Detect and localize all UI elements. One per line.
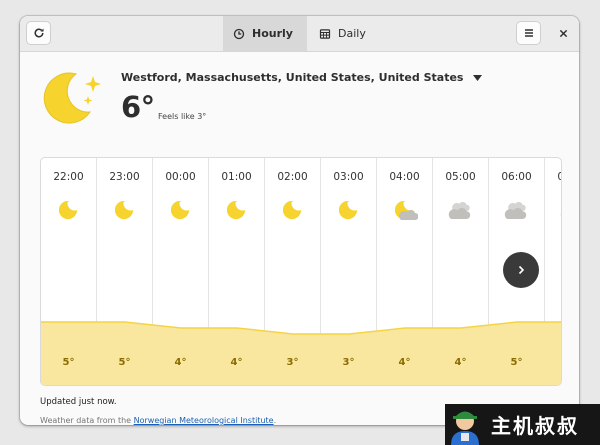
- clear-night-icon: [282, 201, 302, 219]
- hour-temperature: 5°: [545, 357, 561, 368]
- hour-weather-icon: [504, 197, 530, 227]
- close-icon: [559, 29, 568, 37]
- refresh-button[interactable]: [26, 21, 51, 45]
- attribution-prefix: Weather data from the: [40, 416, 134, 425]
- overcast-icon: [504, 201, 526, 219]
- hour-temperature: 4°: [174, 357, 187, 368]
- clear-night-icon: [170, 201, 190, 219]
- current-temperature: 6°: [121, 90, 155, 124]
- hour-weather-icon: [56, 197, 82, 227]
- clear-night-icon: [338, 201, 358, 219]
- hamburger-menu-icon: [524, 29, 533, 37]
- hour-weather-icon: [224, 197, 250, 227]
- watermark-text: 主机叔叔: [491, 414, 579, 438]
- location-name: Westford, Massachusetts, United States, …: [121, 71, 464, 84]
- hour-time: 00:00: [165, 171, 196, 183]
- hour-time: 06:00: [501, 171, 532, 183]
- hour-temperature: 4°: [398, 357, 411, 368]
- hourly-forecast[interactable]: 22:00 5° 23:00 5° 00:00 4° 01:00 4° 02:00 3° 03:00…: [40, 157, 562, 386]
- overcast-icon: [560, 211, 561, 218]
- refresh-icon: [34, 28, 43, 38]
- hour-time: 01:00: [221, 171, 252, 183]
- main-menu-button[interactable]: [516, 21, 541, 45]
- hour-time: 04:00: [389, 171, 420, 183]
- clear-night-icon: [43, 72, 101, 124]
- hour-time: 22:00: [53, 171, 84, 183]
- updated-status: Updated just now.: [40, 397, 117, 407]
- weather-window: Hourly Daily Westford, Massachusetts, Un…: [20, 16, 579, 425]
- tab-daily-label: Daily: [338, 27, 366, 40]
- chevron-down-icon: [473, 74, 483, 81]
- view-switcher: Hourly Daily: [223, 16, 391, 51]
- headerbar: Hourly Daily: [20, 16, 579, 52]
- hour-temperature: 4°: [230, 357, 243, 368]
- tab-hourly[interactable]: Hourly: [223, 16, 307, 51]
- hour-time: 07:00: [545, 171, 561, 183]
- clear-night-icon: [58, 201, 78, 219]
- hour-weather-icon: [280, 197, 306, 227]
- tab-daily[interactable]: Daily: [307, 16, 391, 51]
- hour-weather-icon: [560, 197, 561, 227]
- hour-time: 05:00: [445, 171, 476, 183]
- hour-temperature: 5°: [510, 357, 523, 368]
- mascot-logo-icon: [451, 411, 479, 445]
- few-clouds-night-icon: [394, 201, 418, 220]
- attribution-suffix: .: [273, 416, 277, 425]
- hour-weather-icon: [112, 197, 138, 227]
- hour-temperature: 3°: [342, 357, 355, 368]
- hour-weather-icon: [392, 197, 418, 227]
- hour-time: 03:00: [333, 171, 364, 183]
- hour-temperature: 5°: [118, 357, 131, 368]
- tab-hourly-label: Hourly: [252, 27, 293, 40]
- clear-night-icon: [114, 201, 134, 219]
- hour-temperature: 4°: [454, 357, 467, 368]
- chevron-right-icon: [518, 265, 525, 275]
- temperature-graph: [41, 321, 561, 385]
- hour-time: 02:00: [277, 171, 308, 183]
- location-selector[interactable]: Westford, Massachusetts, United States, …: [121, 71, 483, 84]
- temperature-area: [41, 322, 561, 385]
- hour-temperature: 5°: [62, 357, 75, 368]
- hour-weather-icon: [448, 197, 474, 227]
- hour-time: 23:00: [109, 171, 140, 183]
- hour-temperature: 3°: [286, 357, 299, 368]
- close-button[interactable]: [551, 21, 576, 45]
- hour-weather-icon: [336, 197, 362, 227]
- watermark: 主机叔叔: [445, 404, 600, 445]
- calendar-icon: [319, 28, 331, 39]
- overcast-icon: [448, 201, 470, 219]
- attribution: Weather data from the Norwegian Meteorol…: [40, 416, 276, 425]
- met-institute-link[interactable]: Norwegian Meteorological Institute: [134, 416, 274, 425]
- feels-like: Feels like 3°: [158, 112, 207, 121]
- clear-night-icon: [226, 201, 246, 219]
- hour-weather-icon: [168, 197, 194, 227]
- main-content: Westford, Massachusetts, United States, …: [20, 52, 579, 425]
- clock-icon: [233, 28, 245, 39]
- scroll-next-button[interactable]: [503, 252, 539, 288]
